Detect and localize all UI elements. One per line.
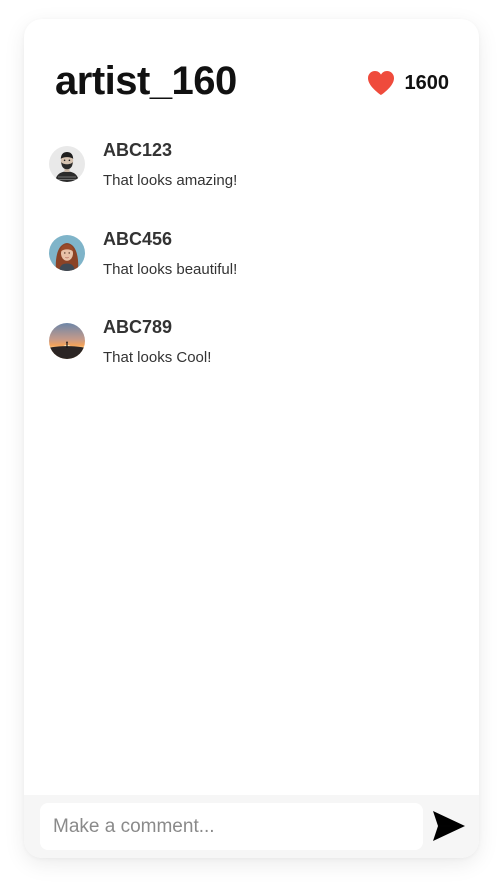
post-title: artist_160 [55,59,237,103]
comment-input[interactable] [40,803,423,850]
comment-list: ABC123 That looks amazing! ABC456 That l… [24,137,479,403]
sunset-landscape-avatar[interactable] [49,323,85,359]
likes-group[interactable]: 1600 [367,69,450,97]
comment-text: That looks amazing! [103,172,238,189]
comment-item: ABC456 That looks beautiful! [24,226,479,315]
comment-username[interactable]: ABC456 [103,229,172,250]
comment-text: That looks beautiful! [103,260,238,278]
comment-username[interactable]: ABC789 [103,317,172,338]
comment-item: ABC123 That looks amazing! [24,137,479,226]
post-header: artist_160 1600 [24,19,479,129]
red-haired-woman-avatar[interactable] [49,234,85,271]
comment-item: ABC789 That looks Cool! [24,314,479,403]
comment-text: That looks Cool! [103,349,212,366]
send-icon [433,811,465,841]
like-count: 1600 [404,71,450,94]
comment-username[interactable]: ABC123 [103,140,172,161]
heart-icon[interactable] [367,70,395,96]
comments-card: artist_160 1600 ABC123 That looks amazin… [24,19,479,858]
bearded-man-avatar[interactable] [49,146,85,182]
send-button[interactable] [432,809,468,843]
comment-composer [24,795,479,858]
